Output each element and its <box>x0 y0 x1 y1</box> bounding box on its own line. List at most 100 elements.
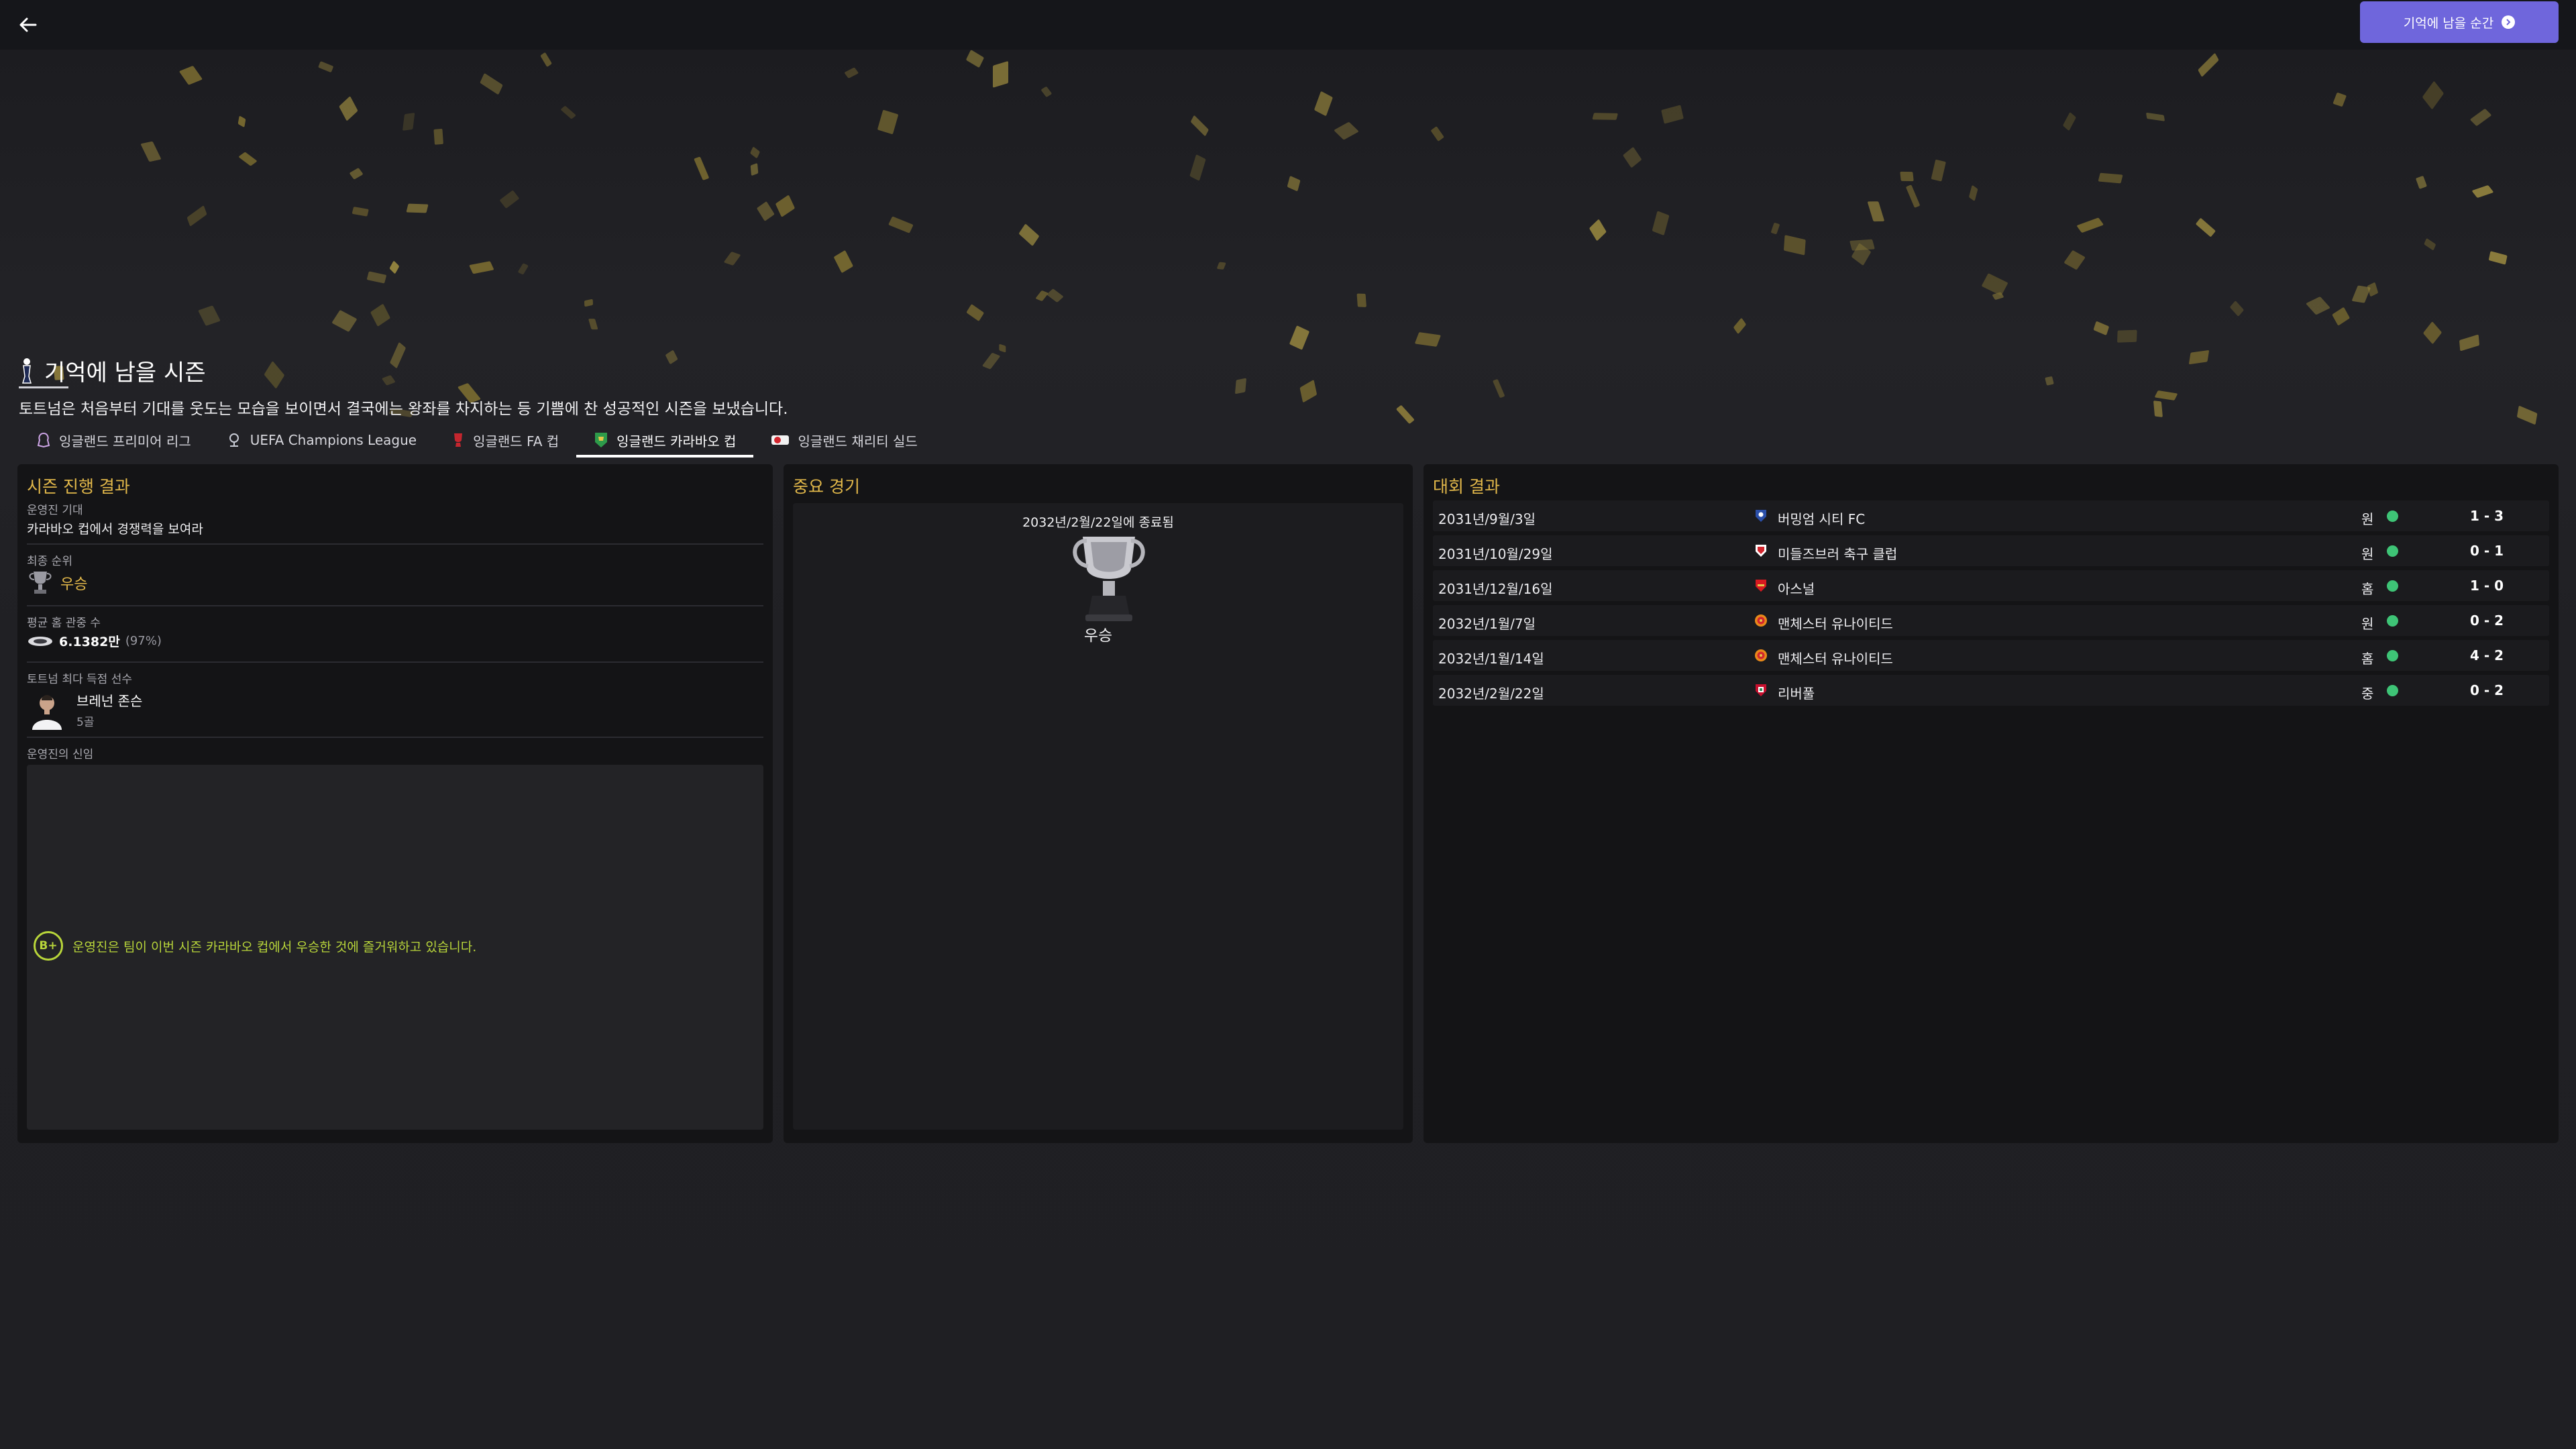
confetti-piece <box>2332 92 2347 107</box>
confetti-piece <box>1430 126 1444 142</box>
result-row[interactable]: 2031년/12월/16일 아스널 홈 1 - 0 <box>1433 570 2549 601</box>
result-dot <box>2387 511 2398 522</box>
venue: 홈 <box>2361 651 2374 667</box>
opponent-name: 미들즈브러 축구 클럽 <box>1778 546 1898 562</box>
divider <box>27 543 763 545</box>
confetti-piece <box>723 251 741 266</box>
back-button[interactable] <box>13 10 43 40</box>
match-date: 2031년/12월/16일 <box>1438 581 1553 597</box>
match-ended-text: 2032년/2월/22일에 종료됨 <box>1022 515 1174 530</box>
panel-title: 시즌 진행 결과 <box>27 477 130 496</box>
tab-fa-cup[interactable]: 잉글랜드 FA 컵 <box>434 423 576 458</box>
top-scorer[interactable]: 브레넌 존슨 5골 <box>27 690 142 730</box>
confetti-piece <box>2332 307 2351 326</box>
tab-label: 잉글랜드 카라바오 컵 <box>616 433 737 449</box>
confetti-piece <box>1661 105 1684 124</box>
confetti-piece <box>1931 159 1947 182</box>
confetti-piece <box>2415 175 2427 189</box>
venue: 중 <box>2361 686 2374 702</box>
confetti-piece <box>588 318 598 329</box>
confetti-piece <box>540 52 553 68</box>
confetti-piece <box>2044 376 2054 386</box>
avg-attendance-value: 6.1382만 <box>59 635 120 649</box>
grade-badge: B+ <box>34 931 63 961</box>
confetti-piece <box>1849 239 1875 252</box>
confetti-piece <box>981 353 1001 370</box>
confetti-piece <box>406 203 429 213</box>
tab-champions-league[interactable]: UEFA Champions League <box>209 423 434 458</box>
confetti-piece <box>1867 201 1884 221</box>
confetti-piece <box>992 61 1009 88</box>
confetti-piece <box>349 168 364 180</box>
tab-label: 잉글랜드 프리미어 리그 <box>59 433 191 449</box>
confetti-piece <box>966 50 985 68</box>
score: 0 - 2 <box>2469 612 2504 629</box>
confetti-piece <box>2423 321 2443 344</box>
result-row[interactable]: 2032년/1월/14일 맨체스터 유나이티드 홈 4 - 2 <box>1433 640 2549 671</box>
confetti-piece <box>1415 331 1442 347</box>
confetti-piece <box>2516 405 2538 425</box>
confetti-piece <box>774 195 795 218</box>
confetti-piece <box>1770 222 1780 235</box>
confetti-background <box>0 50 2576 425</box>
score: 1 - 0 <box>2469 578 2504 594</box>
venue: 홈 <box>2361 581 2374 597</box>
confetti-piece <box>1299 380 1317 403</box>
confetti-piece <box>352 207 369 217</box>
board-expectation-value: 카라바오 컵에서 경쟁력을 보여라 <box>27 522 203 537</box>
confetti-piece <box>2305 296 2330 315</box>
middlesbrough-crest-icon <box>1756 545 1766 557</box>
confetti-piece <box>2422 80 2445 110</box>
confetti-piece <box>1981 273 2008 297</box>
confetti-piece <box>1333 121 1359 141</box>
confetti-piece <box>966 303 985 322</box>
confetti-piece <box>2062 112 2077 131</box>
opponent-name: 아스널 <box>1778 581 1815 597</box>
tab-label: 잉글랜드 FA 컵 <box>473 433 559 449</box>
score: 0 - 2 <box>2469 682 2504 698</box>
divider <box>27 605 763 606</box>
confetti-piece <box>2195 217 2216 237</box>
memorable-moments-button[interactable]: 기억에 남을 순간 <box>2360 1 2559 43</box>
arrow-right-circle-icon <box>2502 15 2516 29</box>
confetti-piece <box>2488 250 2508 265</box>
confetti-piece <box>1040 86 1053 97</box>
champions-league-icon <box>229 433 239 447</box>
confetti-piece <box>499 190 520 209</box>
confetti-piece <box>694 156 710 180</box>
result-row[interactable]: 2031년/10월/29일 미들즈브러 축구 클럽 원 0 - 1 <box>1433 535 2549 566</box>
confetti-piece <box>1287 175 1301 192</box>
confetti-piece <box>2198 52 2219 77</box>
confetti-piece <box>2153 400 2163 418</box>
top-scorer-label: 토트넘 최다 득점 선수 <box>27 673 132 686</box>
confetti-piece <box>469 261 495 274</box>
confetti-piece <box>480 72 503 95</box>
opponent-name: 리버풀 <box>1778 686 1815 702</box>
divider <box>27 661 763 663</box>
confetti-piece <box>1313 91 1334 116</box>
top-bar: 기억에 남을 순간 <box>0 0 2576 50</box>
result-row[interactable]: 2032년/2월/22일 리버풀 중 0 - 2 <box>1433 675 2549 706</box>
result-dot <box>2387 685 2398 696</box>
top-scorer-goals: 5골 <box>76 716 95 729</box>
opponent-name: 버밍엄 시티 FC <box>1778 511 1866 527</box>
confetti-piece <box>2094 321 2110 336</box>
board-confidence-box: B+ 운영진은 팀이 이번 시즌 카라바오 컵에서 우승한 것에 즐거워하고 있… <box>27 765 763 1130</box>
fa-cup-icon <box>454 433 463 447</box>
match-date: 2032년/1월/7일 <box>1438 616 1536 632</box>
confetti-piece <box>2116 329 2137 343</box>
result-row[interactable]: 2031년/9월/3일 버밍엄 시티 FC 원 1 - 3 <box>1433 500 2549 531</box>
result-dot <box>2387 580 2398 592</box>
man-utd-crest-icon <box>1755 649 1767 661</box>
score: 4 - 2 <box>2469 647 2504 663</box>
confetti-piece <box>178 65 203 85</box>
confetti-piece <box>390 341 407 369</box>
venue: 원 <box>2361 616 2374 632</box>
tab-carabao-cup[interactable]: 잉글랜드 카라바오 컵 <box>576 423 754 458</box>
opponent-name: 맨체스터 유나이티드 <box>1778 616 1893 632</box>
tab-premier-league[interactable]: 잉글랜드 프리미어 리그 <box>19 423 209 458</box>
competition-results-panel: 대회 결과 2031년/9월/3일 버밍엄 시티 FC 원 1 - 3 2031… <box>1424 464 2559 1143</box>
tab-community-shield[interactable]: 잉글랜드 채리티 실드 <box>753 423 934 458</box>
confetti-piece <box>1046 288 1064 303</box>
result-row[interactable]: 2032년/1월/7일 맨체스터 유나이티드 원 0 - 2 <box>1433 605 2549 636</box>
